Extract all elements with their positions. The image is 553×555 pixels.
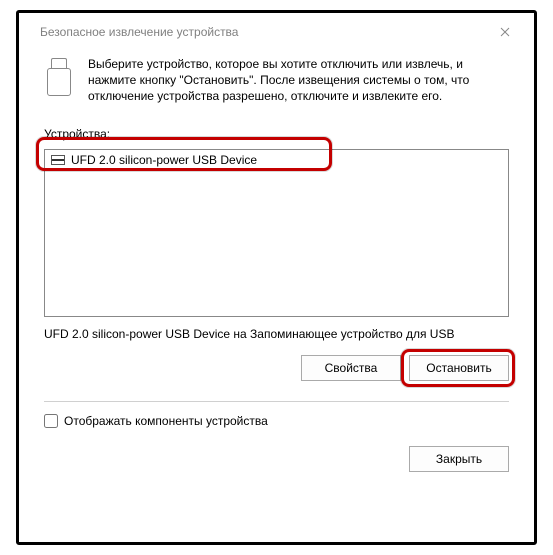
device-name: UFD 2.0 silicon-power USB Device <box>71 153 257 167</box>
footer-row: Закрыть <box>44 446 509 484</box>
devices-label: Устройства: <box>44 127 509 141</box>
intro-row: Выберите устройство, которое вы хотите о… <box>44 56 509 105</box>
stop-button[interactable]: Остановить <box>409 355 509 381</box>
properties-button[interactable]: Свойства <box>301 355 401 381</box>
dialog-window: Безопасное извлечение устройства Выберит… <box>24 18 529 537</box>
separator <box>44 401 509 402</box>
close-button[interactable]: Закрыть <box>409 446 509 472</box>
usb-device-icon <box>44 58 74 98</box>
show-components-checkbox[interactable] <box>44 414 58 428</box>
close-icon <box>500 27 510 37</box>
devices-list[interactable]: UFD 2.0 silicon-power USB Device <box>44 149 509 317</box>
screenshot-frame: Безопасное извлечение устройства Выберит… <box>16 10 537 545</box>
show-components-row[interactable]: Отображать компоненты устройства <box>44 414 509 428</box>
dialog-content: Выберите устройство, которое вы хотите о… <box>24 46 529 537</box>
list-item[interactable]: UFD 2.0 silicon-power USB Device <box>45 150 508 170</box>
drive-icon <box>51 155 65 165</box>
device-buttons-row: Свойства Остановить <box>44 355 509 381</box>
window-close-button[interactable] <box>485 20 525 44</box>
devices-list-container: UFD 2.0 silicon-power USB Device <box>44 143 509 317</box>
intro-text: Выберите устройство, которое вы хотите о… <box>88 56 509 105</box>
window-title: Безопасное извлечение устройства <box>40 25 238 39</box>
device-status: UFD 2.0 silicon-power USB Device на Запо… <box>44 327 509 341</box>
titlebar: Безопасное извлечение устройства <box>24 18 529 46</box>
show-components-label: Отображать компоненты устройства <box>64 414 268 428</box>
